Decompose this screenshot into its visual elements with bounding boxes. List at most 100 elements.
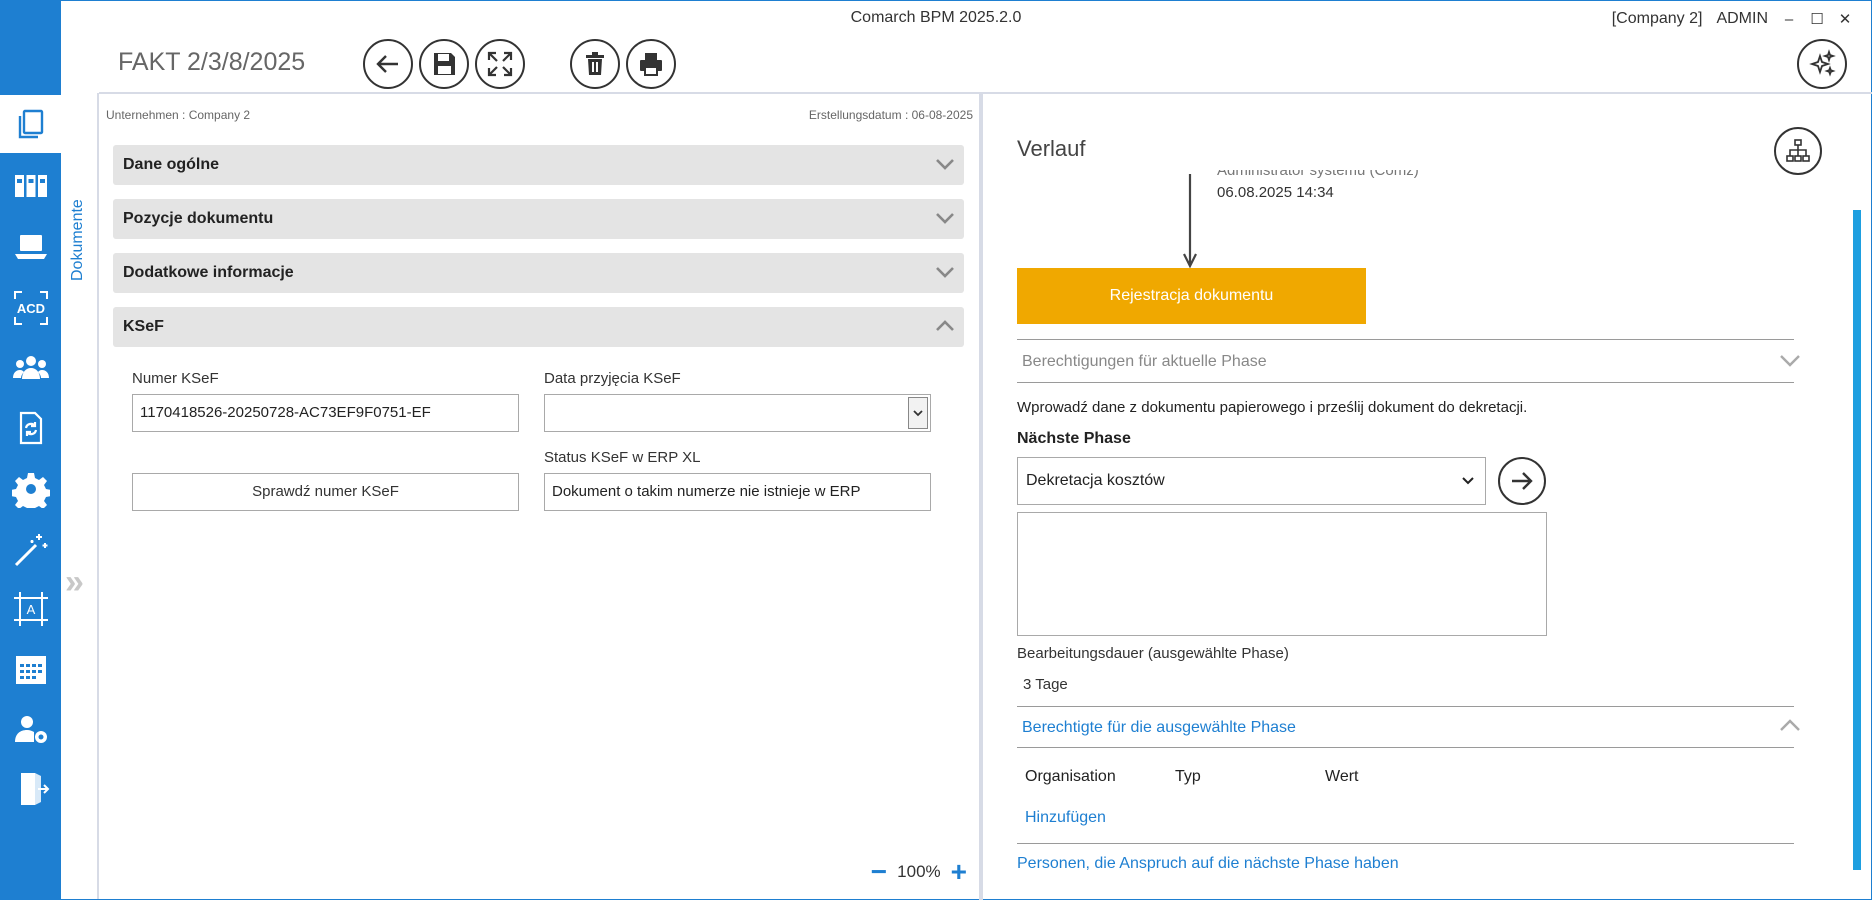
- ai-assistant-button[interactable]: [1797, 39, 1847, 89]
- fullscreen-icon: [487, 51, 513, 77]
- section-pozycje-dokumentu[interactable]: Pozycje dokumentu: [113, 199, 964, 239]
- flow-arrow-icon: [1183, 174, 1197, 269]
- column-header-typ: Typ: [1175, 768, 1201, 785]
- ai-sparkles-icon: [1809, 49, 1836, 77]
- chevron-down-icon: [913, 410, 923, 417]
- acd-icon: ACD: [13, 291, 48, 325]
- section-dodatkowe-informacje[interactable]: Dodatkowe informacje: [113, 253, 964, 293]
- zoom-level: 100%: [897, 862, 941, 881]
- document-title: FAKT 2/3/8/2025: [118, 48, 306, 76]
- back-arrow-icon: [376, 55, 398, 73]
- section-ksef[interactable]: KSeF: [113, 307, 964, 347]
- section-label: KSeF: [123, 318, 164, 335]
- sidebar-item-sync-document[interactable]: [0, 399, 61, 457]
- expand-panel-icon[interactable]: »: [65, 563, 84, 602]
- gear-icon: [11, 473, 50, 508]
- sidebar-item-settings[interactable]: [0, 460, 61, 518]
- comment-textarea[interactable]: [1017, 512, 1547, 636]
- laptop-icon: [14, 235, 47, 259]
- ksef-date-label: Data przyjęcia KSeF: [544, 370, 681, 387]
- phase-instruction: Wprowadź dane z dokumentu papierowego i …: [1017, 399, 1528, 416]
- document-form-panel: Unternehmen : Company 2 Erstellungsdatum…: [99, 94, 979, 900]
- sidebar-item-wizard[interactable]: [0, 520, 61, 578]
- close-button[interactable]: ✕: [1838, 10, 1852, 28]
- current-phase-permissions-header[interactable]: Berechtigungen für aktuelle Phase: [1022, 353, 1267, 371]
- delete-trash-icon: [586, 52, 604, 75]
- duration-label: Bearbeitungsdauer (ausgewählte Phase): [1017, 645, 1289, 662]
- move-to-next-phase-button[interactable]: [1498, 457, 1546, 505]
- calendar-icon: [15, 656, 46, 684]
- phase-node-rejestracja[interactable]: Rejestracja dokumentu: [1017, 268, 1366, 324]
- ksef-number-label: Numer KSeF: [132, 370, 219, 387]
- section-dane-ogolne[interactable]: Dane ogólne: [113, 145, 964, 185]
- next-phase-select[interactable]: Dekretacja kosztów: [1017, 457, 1486, 505]
- next-phase-persons-link[interactable]: Personen, die Anspruch auf die nächste P…: [1017, 855, 1399, 873]
- divider: [1017, 339, 1794, 340]
- creation-date-meta: Erstellungsdatum : 06-08-2025: [808, 108, 973, 122]
- history-title: Verlauf: [1017, 136, 1086, 161]
- chevron-down-icon[interactable]: [1778, 348, 1802, 372]
- workflow-diagram-icon: [1786, 139, 1810, 162]
- vertical-tab-strip: Dokumente »: [61, 93, 99, 900]
- vertical-scrollbar[interactable]: [1853, 210, 1861, 870]
- ksef-status-label: Status KSeF w ERP XL: [544, 449, 701, 466]
- tab-documents[interactable]: Dokumente: [69, 199, 87, 281]
- save-button[interactable]: [419, 39, 469, 89]
- sidebar-item-ocr-template[interactable]: A: [0, 580, 61, 638]
- minimize-button[interactable]: –: [1782, 11, 1796, 28]
- delete-button[interactable]: [570, 39, 620, 89]
- sidebar-item-users[interactable]: [0, 339, 61, 397]
- sidebar-item-calendar[interactable]: [0, 640, 61, 698]
- exit-door-icon: [20, 773, 49, 805]
- company-meta: Unternehmen : Company 2: [106, 108, 251, 122]
- authorized-persons-header[interactable]: Berechtigte für die ausgewählte Phase: [1022, 719, 1296, 737]
- divider: [1017, 843, 1794, 844]
- chevron-down-icon: [936, 213, 954, 224]
- history-date: 06.08.2025 14:34: [1217, 184, 1334, 201]
- ocr-frame-icon: A: [13, 592, 48, 626]
- print-button[interactable]: [626, 39, 676, 89]
- sidebar-item-user-settings[interactable]: [0, 700, 61, 758]
- zoom-in-button[interactable]: +: [951, 858, 967, 886]
- sidebar-item-binders[interactable]: [0, 157, 61, 215]
- chevron-up-icon[interactable]: [1778, 714, 1802, 738]
- svg-text:ACD: ACD: [16, 301, 44, 316]
- next-phase-value: Dekretacja kosztów: [1026, 472, 1165, 489]
- sidebar-item-workstation[interactable]: [0, 218, 61, 276]
- magic-wand-icon: [14, 534, 47, 567]
- ksef-date-field[interactable]: [544, 394, 931, 432]
- chevron-down-icon: [936, 267, 954, 278]
- ksef-status-field[interactable]: Dokument o takim numerze nie istnieje w …: [544, 473, 931, 511]
- chevron-up-icon: [936, 320, 954, 331]
- company-label: [Company 2]: [1611, 10, 1703, 27]
- add-authorized-link[interactable]: Hinzufügen: [1025, 809, 1106, 827]
- ksef-number-field[interactable]: 1170418526-20250728-AC73EF9F0751-EF: [132, 394, 519, 432]
- document-sync-icon: [19, 411, 42, 445]
- column-header-organisation: Organisation: [1025, 768, 1116, 785]
- svg-text:A: A: [26, 602, 35, 617]
- date-dropdown-button[interactable]: [908, 397, 928, 429]
- main-sidebar: ACD A: [0, 0, 61, 900]
- documents-icon: [18, 109, 43, 139]
- arrow-right-icon: [1512, 472, 1533, 490]
- section-label: Dane ogólne: [123, 156, 220, 173]
- window-controls: [Company 2] ADMIN – ☐ ✕: [1612, 10, 1852, 28]
- app-title: Comarch BPM 2025.2.0: [850, 9, 1022, 26]
- section-label: Pozycje dokumentu: [123, 210, 274, 227]
- chevron-down-icon: [936, 159, 954, 170]
- check-ksef-button[interactable]: Sprawdź numer KSeF: [132, 473, 519, 511]
- users-icon: [12, 356, 49, 379]
- divider: [1017, 382, 1794, 383]
- workflow-diagram-button[interactable]: [1774, 127, 1822, 175]
- sidebar-item-documents[interactable]: [0, 95, 61, 153]
- binders-icon: [14, 175, 47, 197]
- zoom-out-button[interactable]: −: [871, 858, 887, 886]
- print-icon: [640, 53, 662, 76]
- fullscreen-button[interactable]: [475, 39, 525, 89]
- back-button[interactable]: [363, 39, 413, 89]
- duration-value: 3 Tage: [1023, 676, 1068, 693]
- sidebar-item-logout[interactable]: [0, 760, 61, 818]
- sidebar-item-acd[interactable]: ACD: [0, 279, 61, 337]
- maximize-button[interactable]: ☐: [1810, 10, 1824, 28]
- column-header-wert: Wert: [1325, 768, 1359, 785]
